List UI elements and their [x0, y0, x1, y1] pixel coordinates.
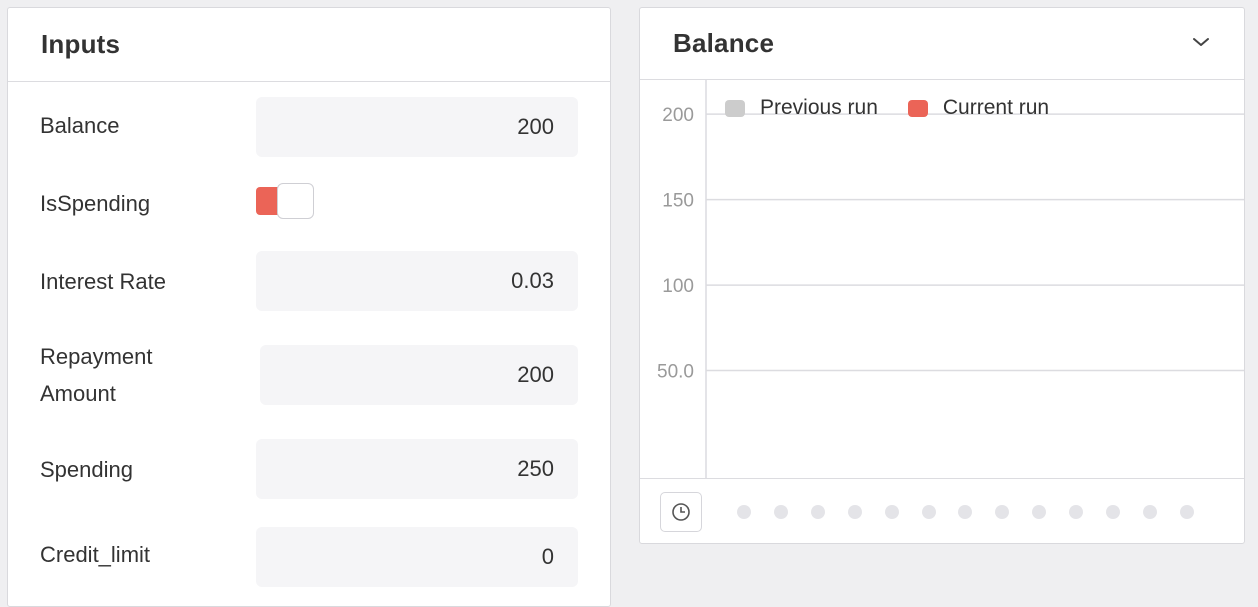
timeline-dot[interactable] [921, 505, 936, 519]
balance-input[interactable]: 200 [256, 97, 578, 157]
timeline-dot[interactable] [1069, 505, 1084, 519]
balance-label: Balance [40, 113, 120, 138]
interest-rate-label: Interest Rate [40, 269, 166, 294]
y-tick-label: 50.0 [657, 362, 694, 383]
interest-rate-value: 0.03 [511, 268, 554, 293]
timeline-dot[interactable] [737, 505, 751, 519]
chart-legend: Previous run Current run [725, 96, 1079, 120]
balance-panel-header: Balance [640, 8, 1244, 80]
timeline-dot[interactable] [1106, 505, 1120, 519]
history-button[interactable] [660, 492, 702, 532]
spending-label: Spending [40, 457, 133, 482]
balance-panel-title: Balance [673, 28, 775, 58]
interest-rate-input[interactable]: 0.03 [256, 251, 578, 311]
legend-label-current-run: Current run [942, 96, 1050, 119]
timeline-dot[interactable] [773, 505, 788, 519]
clock-icon [672, 503, 690, 521]
inputs-panel-title: Inputs [41, 29, 121, 59]
chart-svg: 200 150 100 50.0 [657, 80, 1244, 478]
is-spending-toggle[interactable] [256, 183, 314, 219]
timeline-dot[interactable] [810, 505, 825, 519]
timeline-dot[interactable] [884, 505, 899, 519]
timeline-dot[interactable] [847, 505, 862, 519]
spending-input[interactable]: 250 [256, 439, 578, 499]
timeline-dot[interactable] [1179, 505, 1194, 519]
y-tick-label: 100 [662, 276, 694, 297]
credit-limit-value: 0 [541, 544, 554, 569]
chevron-down-icon[interactable] [1191, 32, 1211, 52]
repayment-amount-input[interactable]: 200 [260, 345, 578, 405]
y-tick-label: 150 [662, 191, 694, 212]
legend-item-current-run[interactable]: Current run [907, 96, 1050, 120]
y-tick-label: 200 [662, 105, 694, 126]
repayment-amount-label: Repayment Amount [40, 344, 153, 406]
credit-limit-label: Credit_limit [40, 542, 151, 567]
repayment-amount-value: 200 [517, 362, 554, 387]
balance-panel: Balance 200 150 100 50.0 Previous run Curre… [639, 7, 1245, 544]
legend-label-previous-run: Previous run [760, 96, 878, 119]
inputs-panel: Inputs Balance 200 IsSpending Interest R… [7, 7, 611, 607]
legend-swatch-previous-run [725, 99, 745, 117]
inputs-panel-header: Inputs [8, 8, 610, 82]
timeline-dot[interactable] [1032, 505, 1047, 519]
toggle-knob [277, 183, 314, 219]
is-spending-label: IsSpending [40, 191, 151, 216]
timeline-footer [640, 478, 1244, 544]
timeline-dot[interactable] [958, 505, 973, 519]
spending-value: 250 [517, 456, 554, 481]
legend-item-previous-run[interactable]: Previous run [725, 96, 878, 120]
balance-value: 200 [517, 114, 554, 139]
timeline-dot[interactable] [995, 505, 1010, 519]
balance-chart: 200 150 100 50.0 Previous run Current run [640, 80, 1244, 478]
credit-limit-input[interactable]: 0 [256, 527, 578, 587]
legend-swatch-current-run [907, 99, 928, 117]
timeline-dot[interactable] [1142, 505, 1157, 519]
